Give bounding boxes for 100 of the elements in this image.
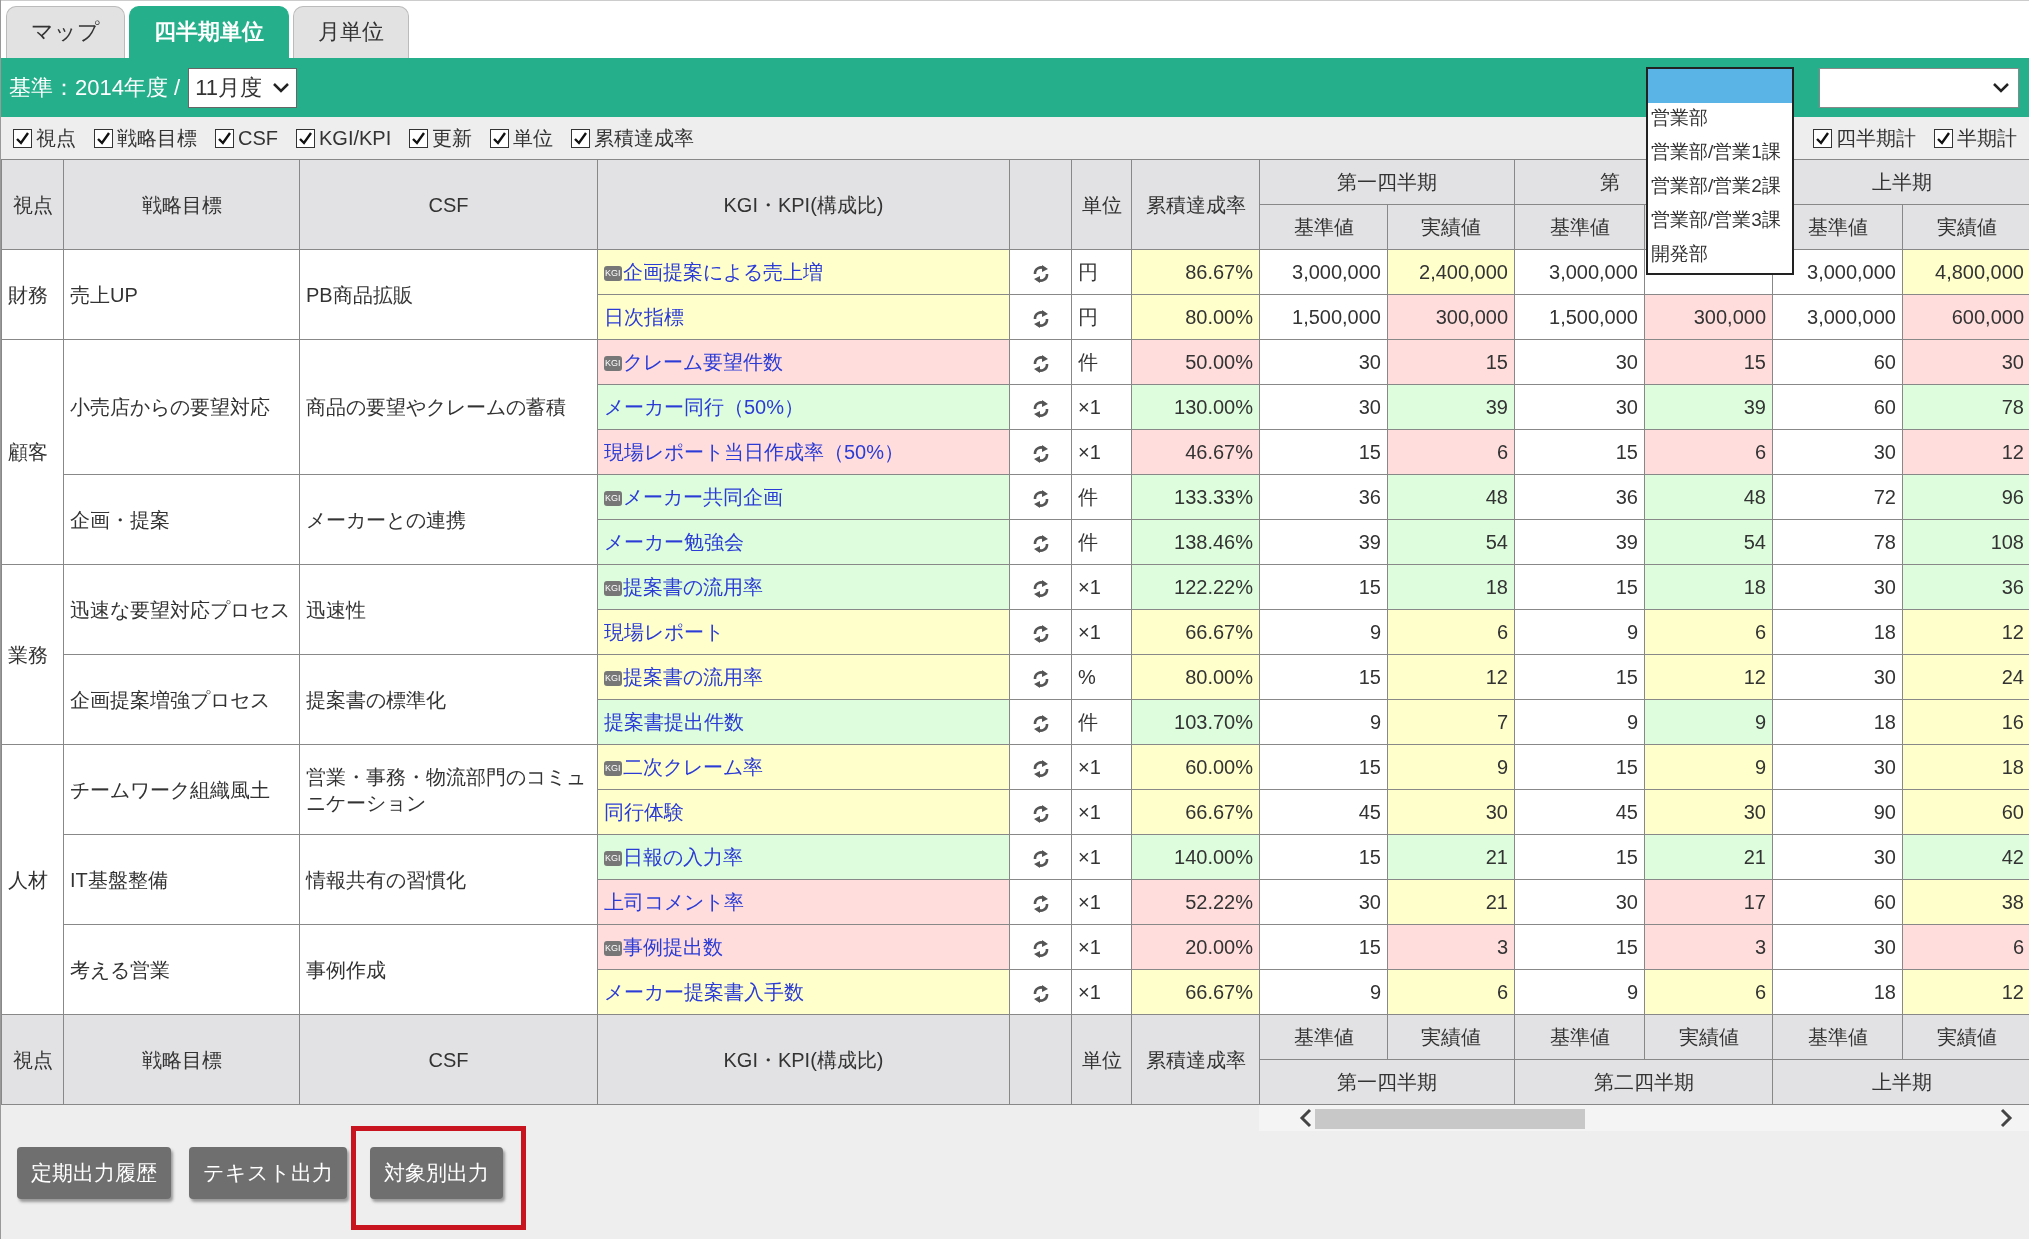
- table-cell: 30: [1772, 564, 1903, 610]
- table-cell: 50.00%: [1131, 339, 1260, 385]
- checkbox-label: 視点: [36, 126, 76, 151]
- table-cell: ×1: [1071, 564, 1132, 610]
- checkbox-label: CSF: [238, 126, 278, 151]
- table-cell: 9: [1387, 744, 1515, 790]
- checkbox[interactable]: [1813, 128, 1832, 148]
- table-cell: 78: [1902, 384, 2029, 430]
- checkbox[interactable]: [490, 128, 510, 148]
- table-cell: 9: [1514, 609, 1645, 655]
- table-cell: 商品の要望やクレームの蓄積: [299, 339, 598, 475]
- select-field[interactable]: [1819, 67, 2019, 108]
- table-cell: 30: [1514, 879, 1645, 925]
- table-cell: 66.67%: [1131, 609, 1260, 655]
- checkbox-label: 半期計: [1957, 126, 2017, 151]
- checkbox[interactable]: [296, 128, 315, 148]
- table-cell: 9: [1514, 969, 1645, 1015]
- kpi-link[interactable]: 提案書提出件数: [604, 711, 744, 733]
- table-cell: IT基盤整備: [63, 834, 300, 925]
- table-cell: 30: [1387, 789, 1515, 835]
- table-cell: ×1: [1071, 924, 1132, 970]
- table-cell: 18: [1387, 564, 1515, 610]
- kpi-link[interactable]: 提案書の流用率: [622, 666, 763, 688]
- table-cell: 15: [1259, 924, 1388, 970]
- checkbox[interactable]: [94, 128, 113, 148]
- kgi-badge: KGI: [604, 491, 622, 507]
- table-cell: 36: [1259, 474, 1388, 520]
- kpi-link[interactable]: メーカー提案書入手数: [604, 981, 804, 1003]
- column-header: 第一四半期: [1259, 1059, 1515, 1105]
- checkbox[interactable]: [215, 128, 234, 148]
- kgi-badge: KGI: [604, 356, 622, 372]
- table-cell: 48: [1387, 474, 1515, 520]
- table-cell: 件: [1071, 519, 1132, 565]
- kpi-link[interactable]: 現場レポート当日作成率（50%）: [604, 441, 905, 463]
- tab[interactable]: マップ: [6, 6, 125, 58]
- kpi-link[interactable]: 二次クレーム率: [622, 756, 763, 778]
- kpi-link[interactable]: メーカー共同企画: [622, 486, 783, 508]
- scrollbar-thumb[interactable]: [1315, 1109, 1585, 1129]
- checkbox[interactable]: [13, 128, 32, 148]
- table-cell: 18: [1772, 609, 1903, 655]
- table-cell: 企画・提案: [63, 474, 300, 565]
- table-cell: 60: [1902, 789, 2029, 835]
- kpi-link[interactable]: 日報の入力率: [622, 846, 743, 868]
- table-cell: 小売店からの要望対応: [63, 339, 300, 475]
- kgi-badge: KGI: [604, 941, 622, 957]
- column-header: 実績値: [1387, 204, 1515, 250]
- table-cell: 38: [1902, 879, 2029, 925]
- table-cell: 78: [1772, 519, 1903, 565]
- kgi-badge: KGI: [604, 851, 622, 867]
- kpi-link[interactable]: メーカー勉強会: [604, 531, 744, 553]
- kpi-link[interactable]: メーカー同行（50%）: [604, 396, 805, 418]
- table-cell: 80.00%: [1131, 654, 1260, 700]
- table-cell: 12: [1902, 609, 2029, 655]
- table-cell: 600,000: [1902, 294, 2029, 340]
- column-header: CSF: [299, 1014, 598, 1105]
- output-button[interactable]: 対象別出力: [370, 1147, 503, 1199]
- kpi-link[interactable]: 事例提出数: [622, 936, 723, 958]
- output-button[interactable]: 定期出力履歴: [17, 1147, 171, 1199]
- table-cell: 133.33%: [1131, 474, 1260, 520]
- scroll-left-icon[interactable]: [1299, 1107, 1313, 1129]
- dropdown-option[interactable]: 営業部: [1648, 103, 1792, 137]
- column-header: 基準値: [1772, 1014, 1903, 1060]
- month-select[interactable]: 11月度: [188, 67, 297, 108]
- table-cell: 66.67%: [1131, 789, 1260, 835]
- tab[interactable]: 月単位: [293, 6, 409, 58]
- scroll-right-icon[interactable]: [1999, 1107, 2013, 1129]
- table-cell: 42: [1902, 834, 2029, 880]
- column-header: 実績値: [1902, 204, 2029, 250]
- kpi-link[interactable]: 日次指標: [604, 306, 684, 328]
- scrollbar[interactable]: [1259, 1105, 2029, 1131]
- kpi-link[interactable]: 提案書の流用率: [622, 576, 763, 598]
- column-header: 実績値: [1387, 1014, 1515, 1060]
- kpi-link[interactable]: クレーム要望件数: [622, 351, 783, 373]
- output-button[interactable]: テキスト出力: [189, 1147, 347, 1199]
- table-cell: 66.67%: [1131, 969, 1260, 1015]
- table-cell: 54: [1644, 519, 1773, 565]
- table-cell: 21: [1387, 879, 1515, 925]
- table-cell: ×1: [1071, 429, 1132, 475]
- table-cell: 60.00%: [1131, 744, 1260, 790]
- table-cell: 15: [1259, 744, 1388, 790]
- table-cell: 30: [1514, 339, 1645, 385]
- checkbox[interactable]: [571, 128, 591, 148]
- table-cell: 15: [1644, 339, 1773, 385]
- column-header: 視点: [1, 1014, 64, 1105]
- table-cell: チームワーク組織風土: [63, 744, 300, 835]
- kgi-badge: KGI: [604, 266, 622, 282]
- checkbox[interactable]: [1934, 128, 1953, 148]
- table-cell: 1,500,000: [1259, 294, 1388, 340]
- kpi-link[interactable]: 上司コメント率: [604, 891, 744, 913]
- table-cell: 9: [1644, 744, 1773, 790]
- table-cell: 39: [1259, 519, 1388, 565]
- checkbox[interactable]: [409, 128, 429, 148]
- kpi-link[interactable]: 企画提案による売上増: [622, 261, 823, 283]
- table-cell: ×1: [1071, 789, 1132, 835]
- column-header: 実績値: [1902, 1014, 2029, 1060]
- table-cell: 140.00%: [1131, 834, 1260, 880]
- kpi-link[interactable]: 現場レポート: [604, 621, 724, 643]
- kpi-link[interactable]: 同行体験: [604, 801, 684, 823]
- table-cell: 30: [1259, 879, 1388, 925]
- table-cell: 件: [1071, 474, 1132, 520]
